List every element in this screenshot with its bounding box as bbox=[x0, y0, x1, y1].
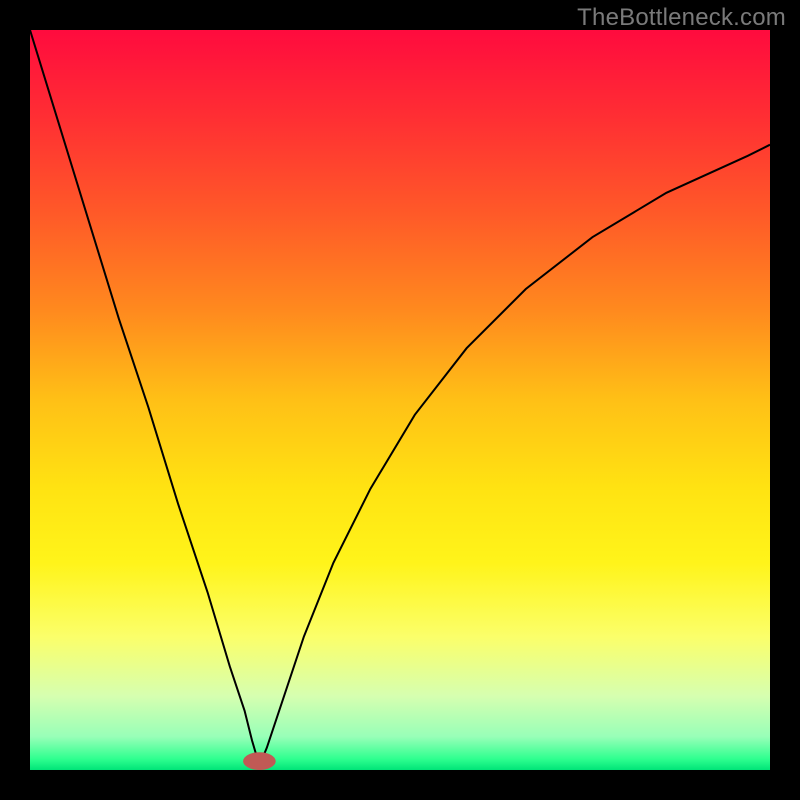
chart-svg bbox=[30, 30, 770, 770]
optimum-marker bbox=[243, 752, 276, 770]
gradient-background bbox=[30, 30, 770, 770]
watermark-text: TheBottleneck.com bbox=[577, 4, 786, 32]
chart-frame: TheBottleneck.com bbox=[0, 0, 800, 800]
plot-area bbox=[30, 30, 770, 770]
